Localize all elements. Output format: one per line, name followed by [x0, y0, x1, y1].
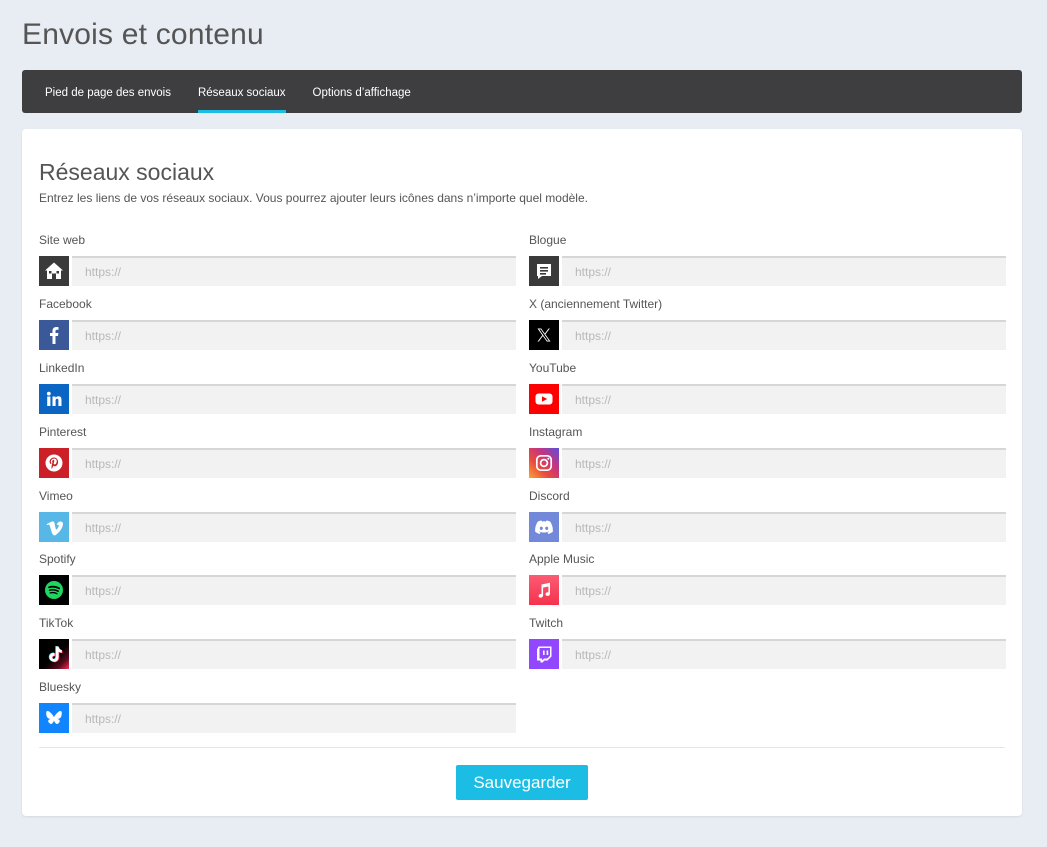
blog-icon — [529, 256, 559, 286]
field-spotify: Spotify — [39, 552, 516, 605]
spotify-input[interactable] — [72, 575, 516, 605]
field-label: LinkedIn — [39, 361, 85, 375]
field-youtube: YouTube — [529, 361, 1006, 414]
x-input[interactable] — [562, 320, 1006, 350]
youtube-input[interactable] — [562, 384, 1006, 414]
facebook-input[interactable] — [72, 320, 516, 350]
field-label: Spotify — [39, 552, 76, 566]
tab-options-affichage[interactable]: Options d’affichage — [304, 70, 420, 113]
youtube-icon — [529, 384, 559, 414]
field-pinterest: Pinterest — [39, 425, 516, 478]
pinterest-icon — [39, 448, 69, 478]
twitch-icon — [529, 639, 559, 669]
page-title: Envois et contenu — [22, 18, 264, 51]
divider — [39, 747, 1005, 748]
x-icon — [529, 320, 559, 350]
instagram-input[interactable] — [562, 448, 1006, 478]
apple-music-icon — [529, 575, 559, 605]
bluesky-input[interactable] — [72, 703, 516, 733]
facebook-icon — [39, 320, 69, 350]
field-site-web: Site web — [39, 233, 516, 286]
site-web-input[interactable] — [72, 256, 516, 286]
tab-reseaux-sociaux[interactable]: Réseaux sociaux — [189, 70, 295, 113]
twitch-input[interactable] — [562, 639, 1006, 669]
apple-music-input[interactable] — [562, 575, 1006, 605]
home-icon — [39, 256, 69, 286]
field-label: Bluesky — [39, 680, 82, 694]
field-label: TikTok — [39, 616, 74, 630]
linkedin-input[interactable] — [72, 384, 516, 414]
field-label: Pinterest — [39, 425, 87, 439]
field-label: Site web — [39, 233, 86, 247]
field-blogue: Blogue — [529, 233, 1006, 286]
bluesky-icon — [39, 703, 69, 733]
social-links-card: Réseaux sociaux Entrez les liens de vos … — [22, 129, 1022, 816]
field-label: Vimeo — [39, 489, 73, 503]
spotify-icon — [39, 575, 69, 605]
field-label: Facebook — [39, 297, 92, 311]
field-bluesky: Bluesky — [39, 680, 516, 733]
field-label: YouTube — [529, 361, 577, 375]
linkedin-icon — [39, 384, 69, 414]
field-linkedin: LinkedIn — [39, 361, 516, 414]
field-label: Discord — [529, 489, 570, 503]
discord-icon — [529, 512, 559, 542]
tab-pied-de-page[interactable]: Pied de page des envois — [36, 70, 180, 113]
save-button[interactable]: Sauvegarder — [456, 765, 588, 800]
section-title: Réseaux sociaux — [39, 159, 215, 185]
field-label: Instagram — [529, 425, 583, 439]
field-x: X (anciennement Twitter) — [529, 297, 1006, 350]
tab-bar: Pied de page des envois Réseaux sociaux … — [22, 70, 1022, 113]
field-vimeo: Vimeo — [39, 489, 516, 542]
blogue-input[interactable] — [562, 256, 1006, 286]
field-tiktok: TikTok — [39, 616, 516, 669]
instagram-icon — [529, 448, 559, 478]
field-discord: Discord — [529, 489, 1006, 542]
discord-input[interactable] — [562, 512, 1006, 542]
field-apple-music: Apple Music — [529, 552, 1006, 605]
vimeo-input[interactable] — [72, 512, 516, 542]
field-label: Twitch — [529, 616, 564, 630]
field-label: Blogue — [529, 233, 567, 247]
field-facebook: Facebook — [39, 297, 516, 350]
tiktok-icon — [39, 639, 69, 669]
pinterest-input[interactable] — [72, 448, 516, 478]
section-description: Entrez les liens de vos réseaux sociaux.… — [39, 191, 588, 205]
tiktok-input[interactable] — [72, 639, 516, 669]
field-label: Apple Music — [529, 552, 595, 566]
vimeo-icon — [39, 512, 69, 542]
field-instagram: Instagram — [529, 425, 1006, 478]
field-label: X (anciennement Twitter) — [529, 297, 663, 311]
field-twitch: Twitch — [529, 616, 1006, 669]
